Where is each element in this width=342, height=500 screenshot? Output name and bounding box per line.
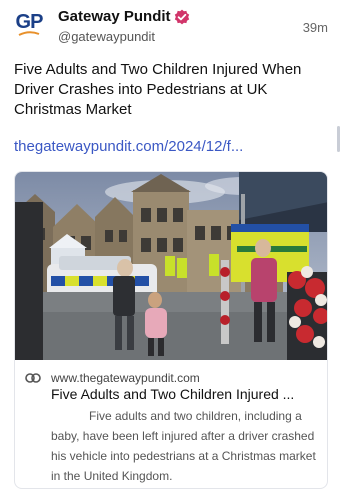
scrollbar[interactable]: [337, 126, 340, 152]
link-preview-card[interactable]: www.thegatewaypundit.com Five Adults and…: [14, 171, 328, 489]
post[interactable]: GP Gateway Pundit @gatewaypundit 39m Fiv…: [0, 0, 342, 500]
author-name[interactable]: Gateway Pundit: [58, 8, 171, 25]
verified-badge-icon: [174, 9, 190, 25]
card-description: Five adults and two children, including …: [51, 409, 316, 483]
post-timestamp[interactable]: 39m: [303, 20, 328, 35]
avatar[interactable]: GP: [14, 10, 44, 44]
card-domain: www.thegatewaypundit.com: [51, 371, 200, 385]
post-text: Five Adults and Two Children Injured Whe…: [14, 61, 302, 118]
card-domain-row: www.thegatewaypundit.com: [25, 370, 200, 386]
logo-swoosh-icon: [18, 31, 40, 36]
author-handle[interactable]: @gatewaypundit: [58, 29, 155, 44]
christmas-market-photo-icon[interactable]: [15, 172, 328, 360]
link-icon: [25, 373, 41, 383]
card-title[interactable]: Five Adults and Two Children Injured ...: [51, 386, 321, 402]
post-link[interactable]: thegatewaypundit.com/2024/12/f...: [14, 138, 243, 155]
